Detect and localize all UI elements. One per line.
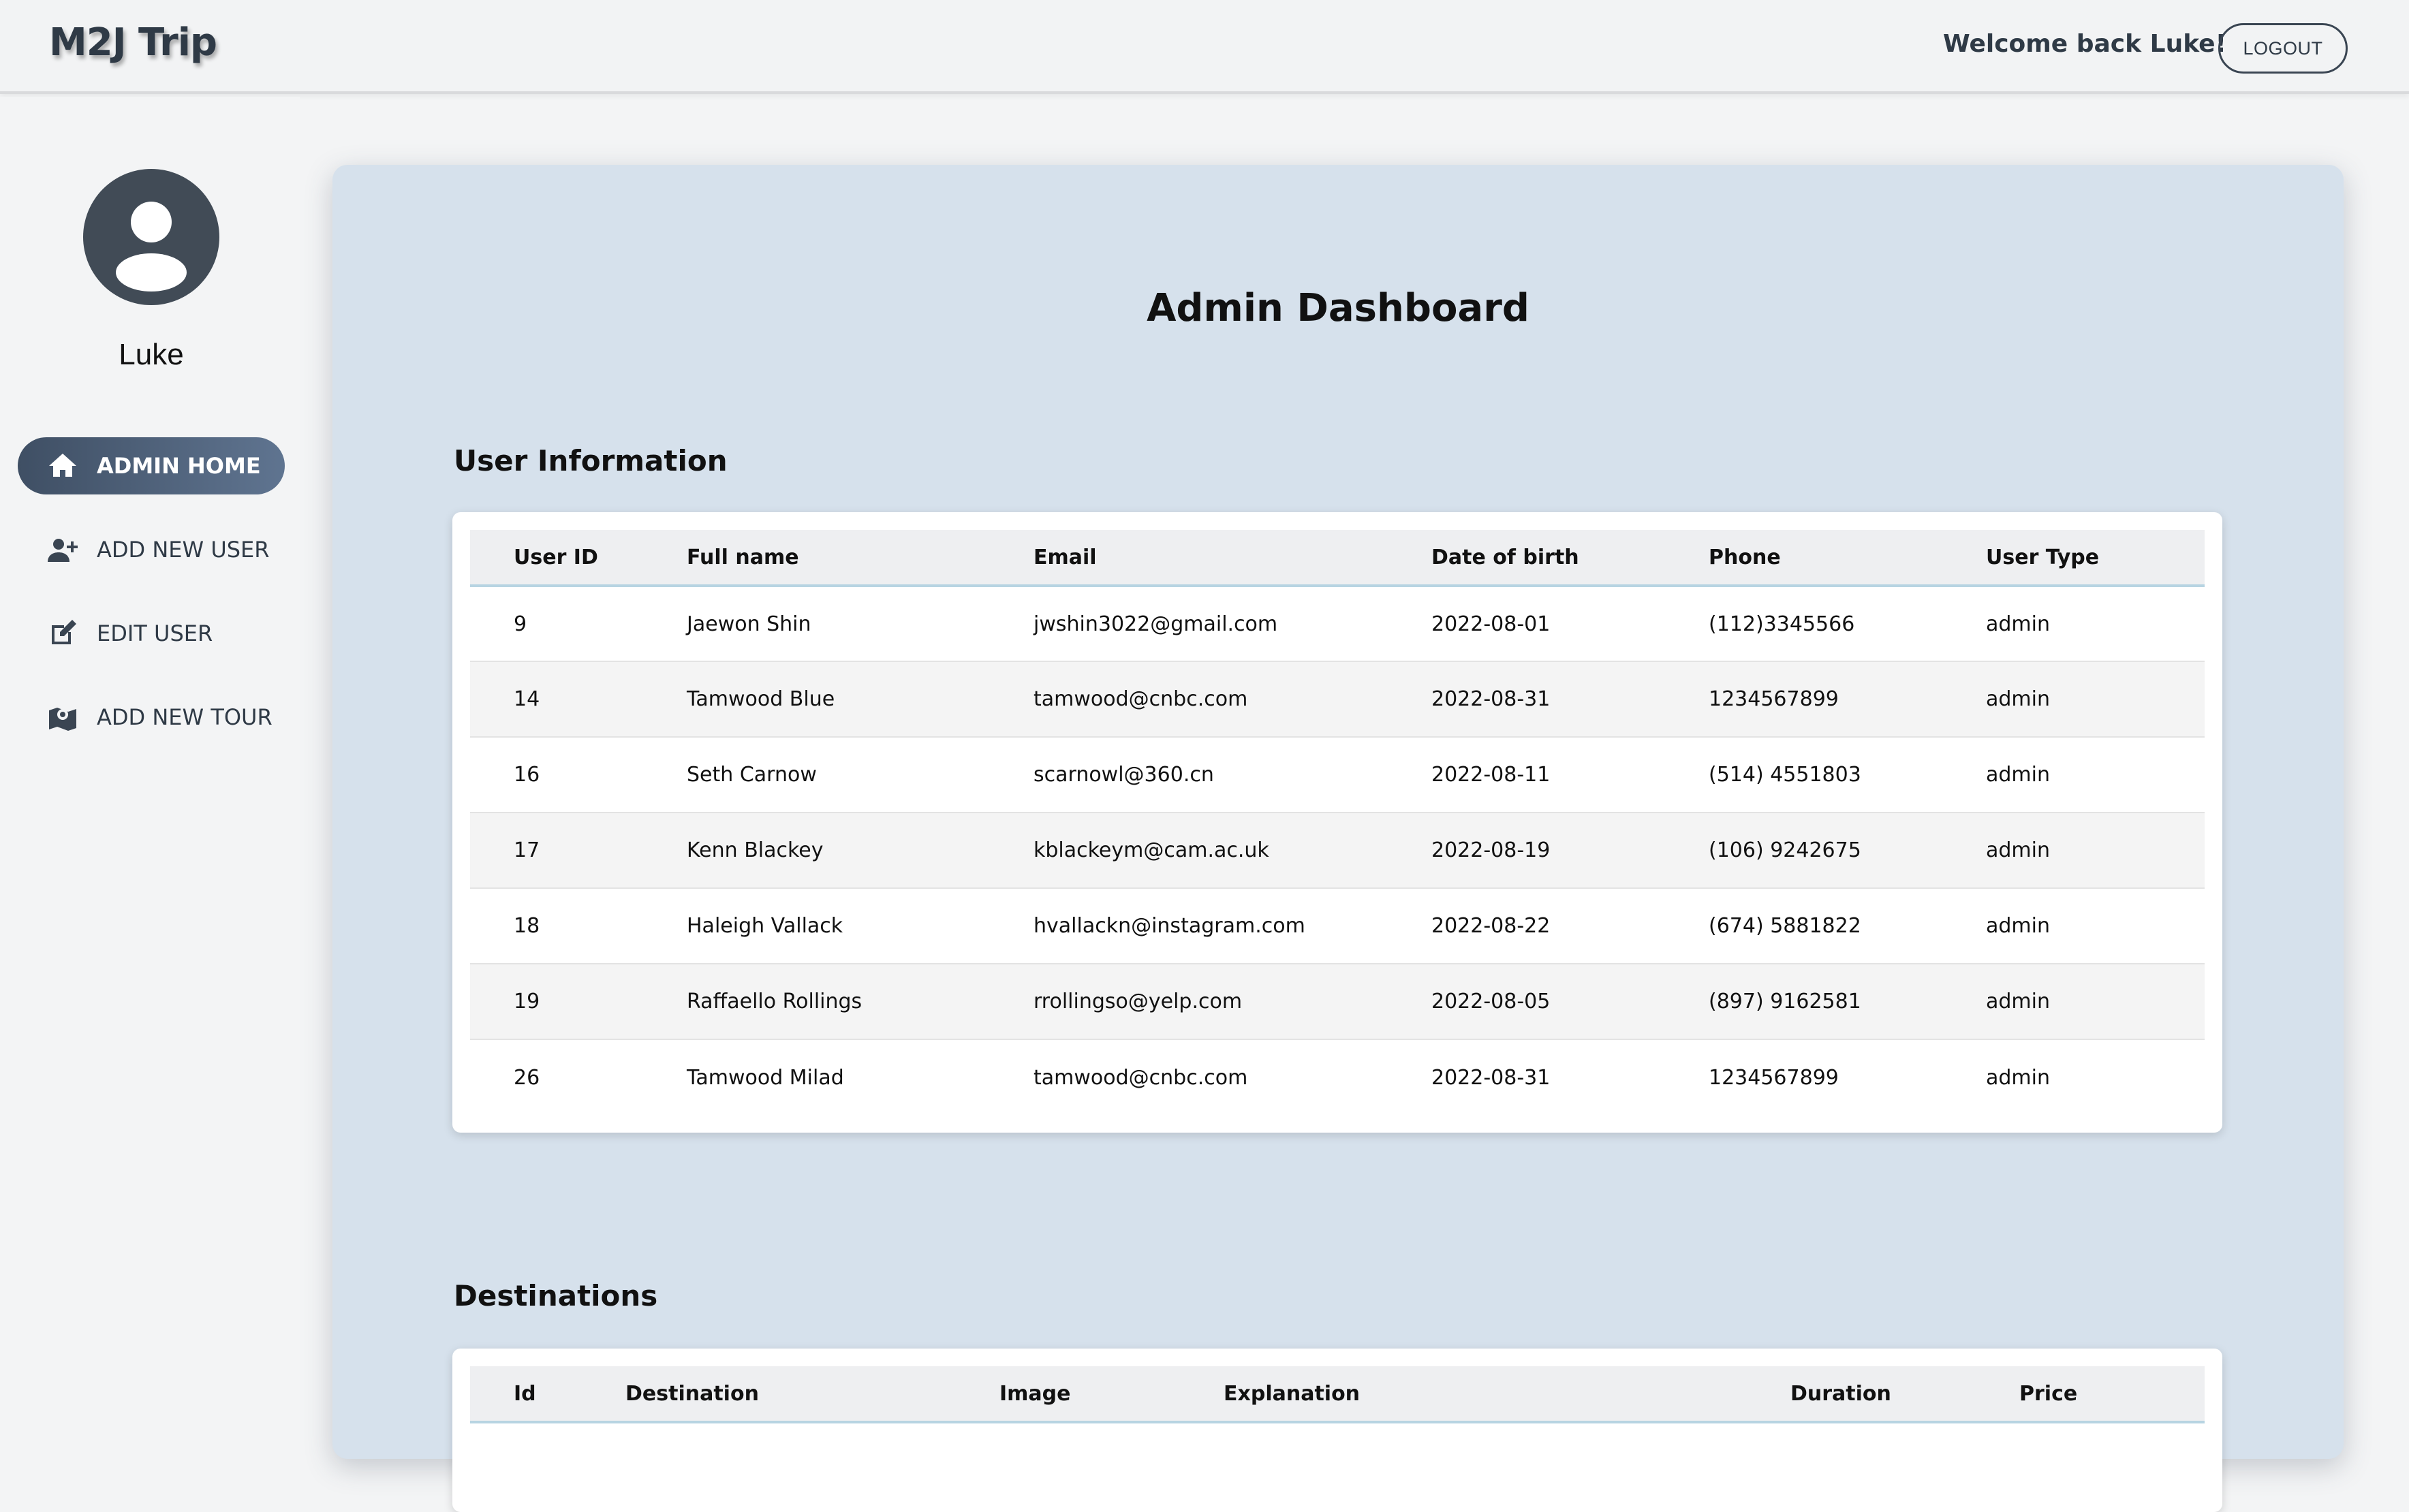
phone-cell: 1234567899: [1665, 1039, 1942, 1115]
top-bar: M2J Trip Welcome back Luke! LOGOUT: [0, 0, 2409, 94]
dob-cell: 2022-08-31: [1388, 661, 1665, 737]
email-cell: tamwood@cnbc.com: [990, 1039, 1388, 1115]
column-header[interactable]: Destination: [582, 1366, 956, 1422]
user-id-cell: 9: [514, 612, 527, 636]
dob-cell: 2022-08-01: [1431, 612, 1551, 636]
dob-cell: 2022-08-11: [1388, 736, 1665, 813]
user-id-cell: 18: [470, 887, 643, 964]
user-information-heading: User Information: [454, 444, 728, 477]
email-cell: scarnowl@360.cn: [990, 736, 1388, 813]
sidebar: Luke ADMIN HOME ADD NEW USER EDIT USER A…: [0, 97, 300, 1408]
dob-cell: 2022-08-19: [1388, 812, 1665, 888]
destinations-table-card: Id Destination Image Explanation Duratio…: [452, 1349, 2222, 1512]
table-row[interactable]: 18 Haleigh Vallack hvallackn@instagram.com…: [470, 887, 2205, 964]
column-header[interactable]: Price: [1976, 1366, 2205, 1422]
sidebar-nav: ADMIN HOME ADD NEW USER EDIT USER ADD NE…: [18, 437, 285, 772]
column-header[interactable]: Full name: [643, 530, 990, 586]
full-name-cell: Seth Carnow: [643, 736, 990, 813]
full-name-cell: Jaewon Shin: [687, 612, 811, 636]
full-name-cell: Tamwood Blue: [643, 661, 990, 737]
column-header[interactable]: Email: [990, 530, 1388, 586]
add-user-icon: [45, 532, 80, 567]
full-name-cell: Haleigh Vallack: [643, 887, 990, 964]
full-name-cell: Tamwood Milad: [643, 1039, 990, 1115]
sidebar-item-admin-home[interactable]: ADMIN HOME: [18, 437, 285, 494]
page-title: Admin Dashboard: [1147, 286, 1529, 330]
sidebar-item-label: ADMIN HOME: [97, 453, 261, 479]
user-id-cell: 26: [470, 1039, 643, 1115]
email-cell: tamwood@cnbc.com: [990, 661, 1388, 737]
sidebar-item-label: ADD NEW TOUR: [97, 704, 273, 730]
phone-cell: (112)3345566: [1709, 612, 1855, 636]
home-icon: [45, 448, 80, 484]
edit-icon: [45, 616, 80, 651]
table-row[interactable]: 19 Raffaello Rollings rrollingso@yelp.com 2…: [470, 963, 2205, 1039]
destinations-table: Id Destination Image Explanation Duratio…: [470, 1366, 2205, 1423]
column-header[interactable]: Id: [470, 1366, 582, 1422]
table-row[interactable]: 17 Kenn Blackey kblackeym@cam.ac.uk 2022-08…: [470, 812, 2205, 888]
phone-cell: (674) 5881822: [1665, 887, 1942, 964]
email-cell: jwshin3022@gmail.com: [1033, 612, 1278, 636]
user-type-cell: admin: [1942, 963, 2205, 1039]
table-header-row: User ID Full name Email Date of birth Ph…: [470, 530, 2205, 586]
dob-cell: 2022-08-22: [1388, 887, 1665, 964]
table-row[interactable]: 9 Jaewon Shin jwshin3022@gmail.com 2022-08-…: [470, 586, 2205, 661]
welcome-message: Welcome back Luke!: [1943, 30, 2226, 58]
email-cell: rrollingso@yelp.com: [990, 963, 1388, 1039]
phone-cell: 1234567899: [1665, 661, 1942, 737]
user-id-cell: 19: [470, 963, 643, 1039]
destinations-heading: Destinations: [454, 1279, 658, 1312]
full-name-cell: Kenn Blackey: [643, 812, 990, 888]
table-row[interactable]: 26 Tamwood Milad tamwood@cnbc.com 2022-08-3…: [470, 1039, 2205, 1115]
phone-cell: (514) 4551803: [1665, 736, 1942, 813]
sidebar-item-edit-user[interactable]: EDIT USER: [18, 605, 285, 662]
email-cell: hvallackn@instagram.com: [990, 887, 1388, 964]
user-type-cell: admin: [1942, 736, 2205, 813]
column-header[interactable]: Phone: [1665, 530, 1942, 586]
user-type-cell: admin: [1942, 1039, 2205, 1115]
email-cell: kblackeym@cam.ac.uk: [990, 812, 1388, 888]
main-panel: Admin Dashboard User Information User ID…: [332, 165, 2344, 1512]
user-id-cell: 17: [470, 812, 643, 888]
user-type-cell: admin: [1942, 887, 2205, 964]
column-header[interactable]: Image: [956, 1366, 1180, 1422]
phone-cell: (897) 9162581: [1665, 963, 1942, 1039]
sidebar-item-add-new-user[interactable]: ADD NEW USER: [18, 521, 285, 578]
table-row[interactable]: 14 Tamwood Blue tamwood@cnbc.com 2022-08-31…: [470, 661, 2205, 737]
username-label: Luke: [119, 338, 184, 371]
phone-cell: (106) 9242675: [1665, 812, 1942, 888]
sidebar-item-label: ADD NEW USER: [97, 537, 270, 563]
sidebar-item-add-new-tour[interactable]: ADD NEW TOUR: [18, 689, 285, 746]
sidebar-item-label: EDIT USER: [97, 620, 213, 646]
table-row[interactable]: 16 Seth Carnow scarnowl@360.cn 2022-08-11 (5…: [470, 736, 2205, 813]
user-id-cell: 14: [470, 661, 643, 737]
brand-logo[interactable]: M2J Trip: [49, 20, 217, 65]
dob-cell: 2022-08-31: [1388, 1039, 1665, 1115]
column-header[interactable]: Date of birth: [1388, 530, 1665, 586]
user-avatar-icon: [116, 202, 187, 292]
user-type-cell: admin: [1986, 612, 2050, 636]
map-marker-icon: [45, 699, 80, 735]
column-header[interactable]: Duration: [1747, 1366, 1976, 1422]
user-type-cell: admin: [1942, 812, 2205, 888]
avatar: [83, 169, 219, 305]
user-id-cell: 16: [470, 736, 643, 813]
user-type-cell: admin: [1942, 661, 2205, 737]
column-header[interactable]: User ID: [470, 530, 643, 586]
column-header[interactable]: User Type: [1942, 530, 2205, 586]
column-header[interactable]: Explanation: [1180, 1366, 1747, 1422]
user-table: User ID Full name Email Date of birth Ph…: [470, 530, 2205, 1115]
full-name-cell: Raffaello Rollings: [643, 963, 990, 1039]
table-header-row: Id Destination Image Explanation Duratio…: [470, 1366, 2205, 1422]
logout-button[interactable]: LOGOUT: [2218, 23, 2348, 74]
user-table-card: User ID Full name Email Date of birth Ph…: [452, 512, 2222, 1133]
dob-cell: 2022-08-05: [1388, 963, 1665, 1039]
